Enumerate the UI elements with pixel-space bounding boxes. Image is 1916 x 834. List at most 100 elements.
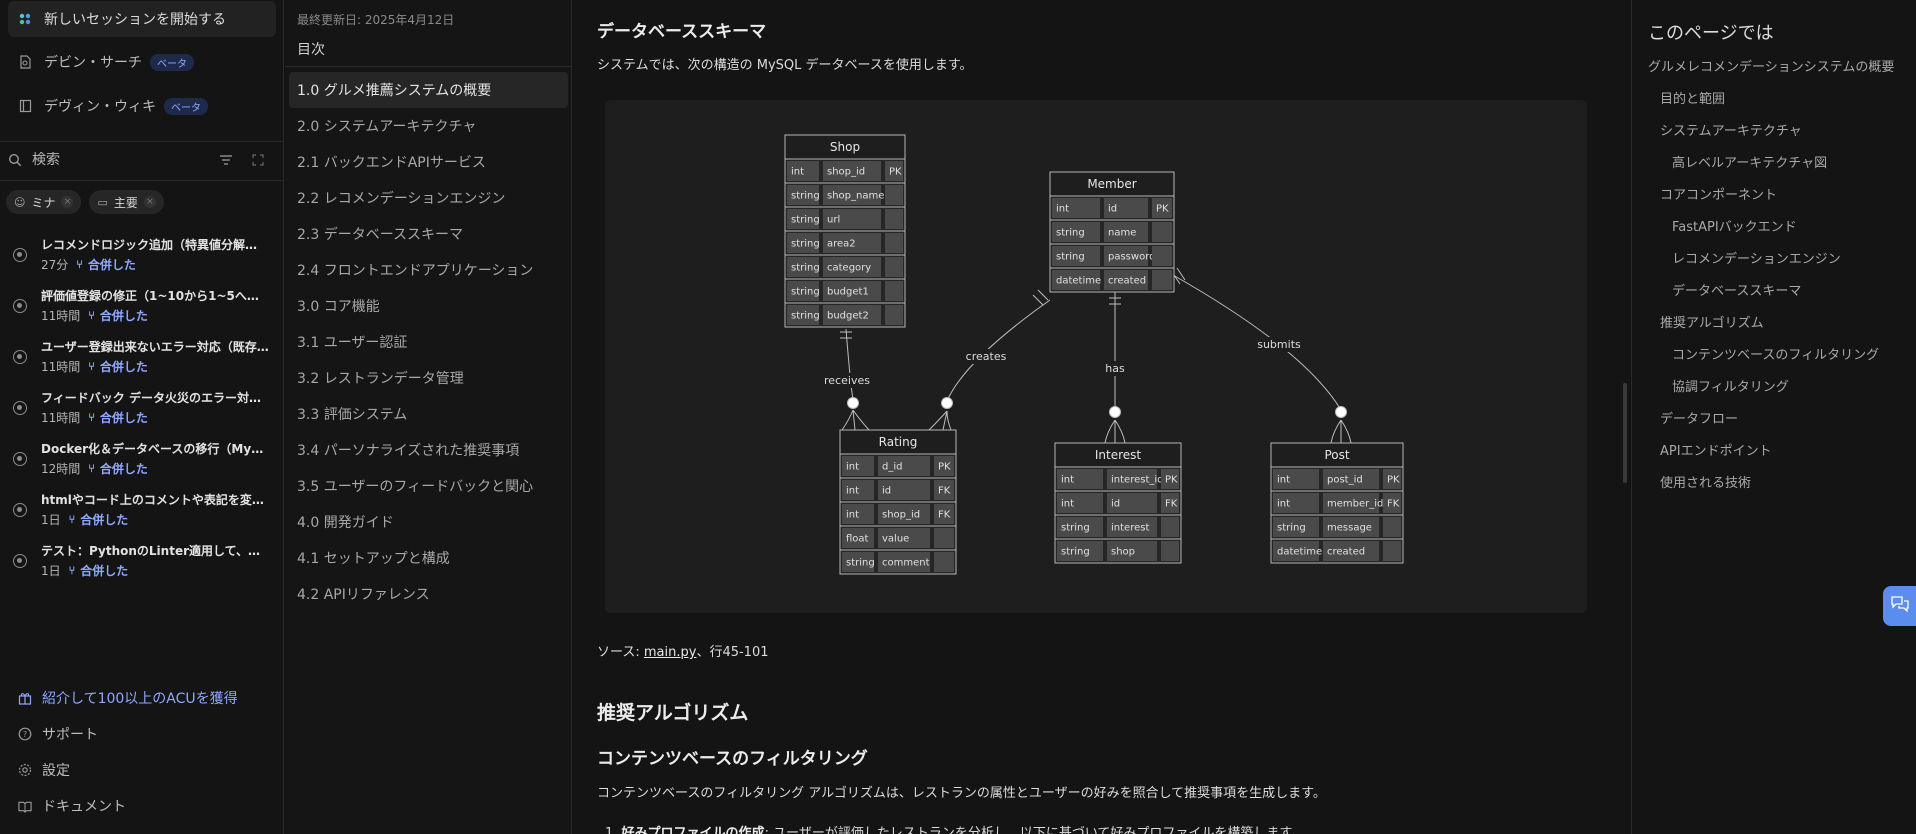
session-item[interactable]: テスト：PythonのLinter適用して、プルリク 1日 ⑂ 合併した	[0, 538, 284, 589]
merged-badge: ⑂ 合併した	[88, 307, 148, 324]
entity-cell-text: PK	[1165, 475, 1178, 486]
outline-item[interactable]: データフロー	[1648, 410, 1908, 429]
settings-link[interactable]: 設定	[0, 752, 284, 788]
toc-item[interactable]: 2.0 システムアーキテクチャ	[289, 108, 568, 144]
outline-item[interactable]: 推奨アルゴリズム	[1648, 314, 1908, 333]
outline-item[interactable]: グルメレコメンデーションシステムの概要	[1648, 58, 1908, 77]
toc-item[interactable]: 2.4 フロントエンドアプリケーション	[289, 252, 568, 288]
session-status-icon	[13, 401, 27, 415]
outline-item[interactable]: FastAPIバックエンド	[1648, 218, 1908, 237]
entity-cell-text: datetime	[1277, 547, 1322, 558]
entity-cell-text: string	[1277, 523, 1306, 534]
list-item: 1. 好みプロファイルの作成: ユーザーが評価したレストランを分析し、以下に基づ…	[605, 822, 1304, 834]
entity-cell-text: float	[846, 534, 869, 545]
outline-item[interactable]: 使用される技術	[1648, 474, 1908, 493]
chip-user[interactable]: ☺ ミナ ×	[6, 190, 82, 214]
many-mark	[1330, 419, 1352, 444]
scrollbar[interactable]	[1623, 383, 1627, 483]
divider	[285, 66, 572, 67]
toc-list: 1.0 グルメ推薦システムの概要 2.0 システムアーキテクチャ 2.1 バック…	[289, 72, 568, 612]
toc-item[interactable]: 1.0 グルメ推薦システムの概要	[289, 72, 568, 108]
toc-item[interactable]: 2.2 レコメンデーションエンジン	[289, 180, 568, 216]
entity-cell-text: name	[1108, 228, 1136, 239]
gear-icon	[18, 763, 32, 777]
entity-cell-text: FK	[1165, 499, 1178, 510]
new-session-label: 新しいセッションを開始する	[44, 12, 226, 28]
entity-cell-text: comment	[882, 558, 930, 569]
toc-item[interactable]: 3.5 ユーザーのフィードバックと関心	[289, 468, 568, 504]
filter-icon[interactable]	[212, 146, 240, 174]
entity-cell-text: string	[791, 287, 820, 298]
support-link[interactable]: ? サポート	[0, 716, 284, 752]
devin-wiki-link[interactable]: デヴィン・ウィキ ベータ	[8, 88, 276, 124]
merge-icon: ⑂	[88, 360, 95, 373]
session-item[interactable]: フィードバック データ火災のエラー対応など 11時間 ⑂ 合併した	[0, 385, 284, 436]
entity-cell-text: password	[1108, 252, 1155, 263]
entity-cell-text: string	[791, 215, 820, 226]
session-item[interactable]: 評価値登録の修正（1~10から1~5へ変更） 11時間 ⑂ 合併した	[0, 283, 284, 334]
optional-circle	[847, 397, 859, 409]
toc-item[interactable]: 3.4 パーソナライズされた推奨事項	[289, 432, 568, 468]
close-icon[interactable]: ×	[143, 196, 156, 208]
settings-label: 設定	[42, 763, 70, 779]
referral-label: 紹介して100以上のACUを獲得	[42, 691, 238, 707]
expand-icon[interactable]	[244, 146, 272, 174]
toc-item[interactable]: 3.1 ユーザー認証	[289, 324, 568, 360]
merged-badge: ⑂ 合併した	[88, 358, 148, 375]
devin-search-link[interactable]: デビン・サーチ ベータ	[8, 44, 276, 80]
toc-item[interactable]: 2.3 データベーススキーマ	[289, 216, 568, 252]
toc-item[interactable]: 3.3 評価システム	[289, 396, 568, 432]
new-session-button[interactable]: 新しいセッションを開始する	[8, 1, 276, 37]
entity-cell-text: url	[827, 215, 840, 226]
session-title: 評価値登録の修正（1~10から1~5へ変更）	[41, 289, 269, 303]
outline-item[interactable]: システムアーキテクチャ	[1648, 122, 1908, 141]
entity-name: Interest	[1095, 448, 1142, 462]
outline-item[interactable]: レコメンデーションエンジン	[1648, 250, 1908, 269]
entity-cell-text: int	[846, 462, 859, 473]
docs-link[interactable]: ドキュメント	[0, 788, 284, 824]
referral-link[interactable]: 紹介して100以上のACUを獲得	[0, 680, 284, 716]
outline-item[interactable]: 協調フィルタリング	[1648, 378, 1908, 397]
close-icon[interactable]: ×	[61, 196, 74, 208]
on-this-page-title: このページでは	[1648, 23, 1774, 44]
chat-button[interactable]	[1883, 586, 1916, 626]
divider	[0, 141, 284, 142]
session-time: 11時間	[41, 309, 81, 323]
outline-item[interactable]: 高レベルアーキテクチャ図	[1648, 154, 1908, 173]
outline-item[interactable]: データベーススキーマ	[1648, 282, 1908, 301]
toc-item[interactable]: 2.1 バックエンドAPIサービス	[289, 144, 568, 180]
entity-cell-text: int	[1277, 499, 1290, 510]
entity-cell-text: interest	[1111, 523, 1149, 534]
outline-item[interactable]: コアコンポーネント	[1648, 186, 1908, 205]
merged-label: 合併した	[99, 462, 148, 476]
search-input[interactable]	[32, 152, 202, 168]
entity-cell-text: string	[1061, 547, 1090, 558]
merged-badge: ⑂ 合併した	[69, 511, 129, 528]
entity-cell-text: FK	[938, 510, 951, 521]
toc-item[interactable]: 4.2 APIリファレンス	[289, 576, 568, 612]
session-item[interactable]: Docker化＆データベースの移行（MySQLへ） 12時間 ⑂ 合併した	[0, 436, 284, 487]
source-link[interactable]: main.py	[644, 645, 697, 660]
chip-branch[interactable]: ▭ 主要 ×	[89, 190, 164, 214]
entity-cell	[1152, 222, 1172, 242]
list-number: 1.	[605, 826, 618, 834]
toc-item[interactable]: 3.0 コア機能	[289, 288, 568, 324]
session-title: htmlやコード上のコメントや表記を変更する	[41, 493, 269, 507]
merge-icon: ⑂	[88, 309, 95, 322]
entity-cell-text: id	[1111, 499, 1120, 510]
entity-cell-text: string	[1061, 523, 1090, 534]
toc-item[interactable]: 4.0 開発ガイド	[289, 504, 568, 540]
merged-badge: ⑂ 合併した	[69, 562, 129, 579]
toc-item[interactable]: 4.1 セットアップと構成	[289, 540, 568, 576]
session-item[interactable]: レコメンドロジック追加（特異値分解（SVD） 27分 ⑂ 合併した	[0, 232, 284, 283]
entity-cell-text: int	[1061, 499, 1074, 510]
session-item[interactable]: ユーザー登録出来ないエラー対応（既存データ） 11時間 ⑂ 合併した	[0, 334, 284, 385]
merged-label: 合併した	[80, 564, 129, 578]
outline-item[interactable]: コンテンツベースのフィルタリング	[1648, 346, 1908, 365]
session-item[interactable]: htmlやコード上のコメントや表記を変更する 1日 ⑂ 合併した	[0, 487, 284, 538]
entity-cell-text: FK	[938, 486, 951, 497]
outline-item[interactable]: 目的と範囲	[1648, 90, 1908, 109]
outline-item[interactable]: APIエンドポイント	[1648, 442, 1908, 461]
entity-cell-text: id	[1108, 204, 1117, 215]
toc-item[interactable]: 3.2 レストランデータ管理	[289, 360, 568, 396]
